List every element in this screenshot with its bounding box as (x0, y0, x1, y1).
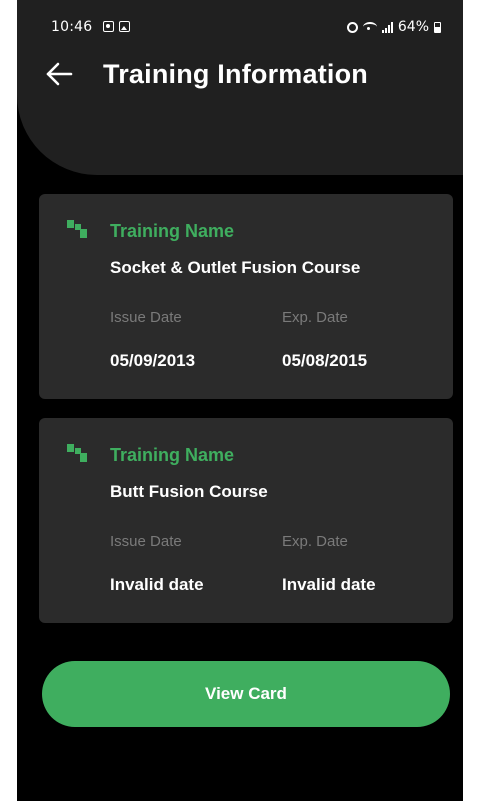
exp-date-value: Invalid date (282, 575, 376, 594)
training-name-label: Training Name (110, 445, 235, 465)
notification-icon (103, 21, 114, 32)
exp-date-value: 05/08/2015 (282, 351, 368, 370)
issue-date-value: 05/09/2013 (110, 351, 196, 370)
page-title: Training Information (103, 59, 368, 89)
view-card-button[interactable]: View Card (42, 661, 450, 727)
battery-percent: 64% (397, 19, 429, 35)
status-bar: 10:46 64% (17, 0, 463, 48)
training-name-value: Socket & Outlet Fusion Course (110, 258, 361, 277)
issue-date-value: Invalid date (110, 575, 204, 594)
status-time: 10:46 (51, 19, 93, 35)
status-indicators: 64% (346, 19, 441, 35)
training-name-label: Training Name (110, 221, 235, 241)
signal-icon (381, 21, 393, 33)
issue-date-label: Issue Date (110, 533, 182, 550)
pipe-fitting-icon (67, 220, 87, 238)
arrow-left-icon (46, 62, 73, 86)
gallery-notification-icon (119, 21, 130, 32)
back-button[interactable] (41, 56, 77, 92)
pipe-fitting-icon (67, 444, 87, 462)
exp-date-label: Exp. Date (282, 309, 348, 326)
alarm-icon (346, 21, 358, 33)
battery-icon (434, 21, 441, 33)
issue-date-label: Issue Date (110, 309, 182, 326)
wifi-icon (362, 22, 377, 32)
app-screen: 10:46 64% Training Information Training … (17, 0, 463, 801)
training-card: Training Name Socket & Outlet Fusion Cou… (39, 194, 453, 399)
training-name-value: Butt Fusion Course (110, 482, 268, 501)
training-card: Training Name Butt Fusion Course Issue D… (39, 418, 453, 623)
exp-date-label: Exp. Date (282, 533, 348, 550)
